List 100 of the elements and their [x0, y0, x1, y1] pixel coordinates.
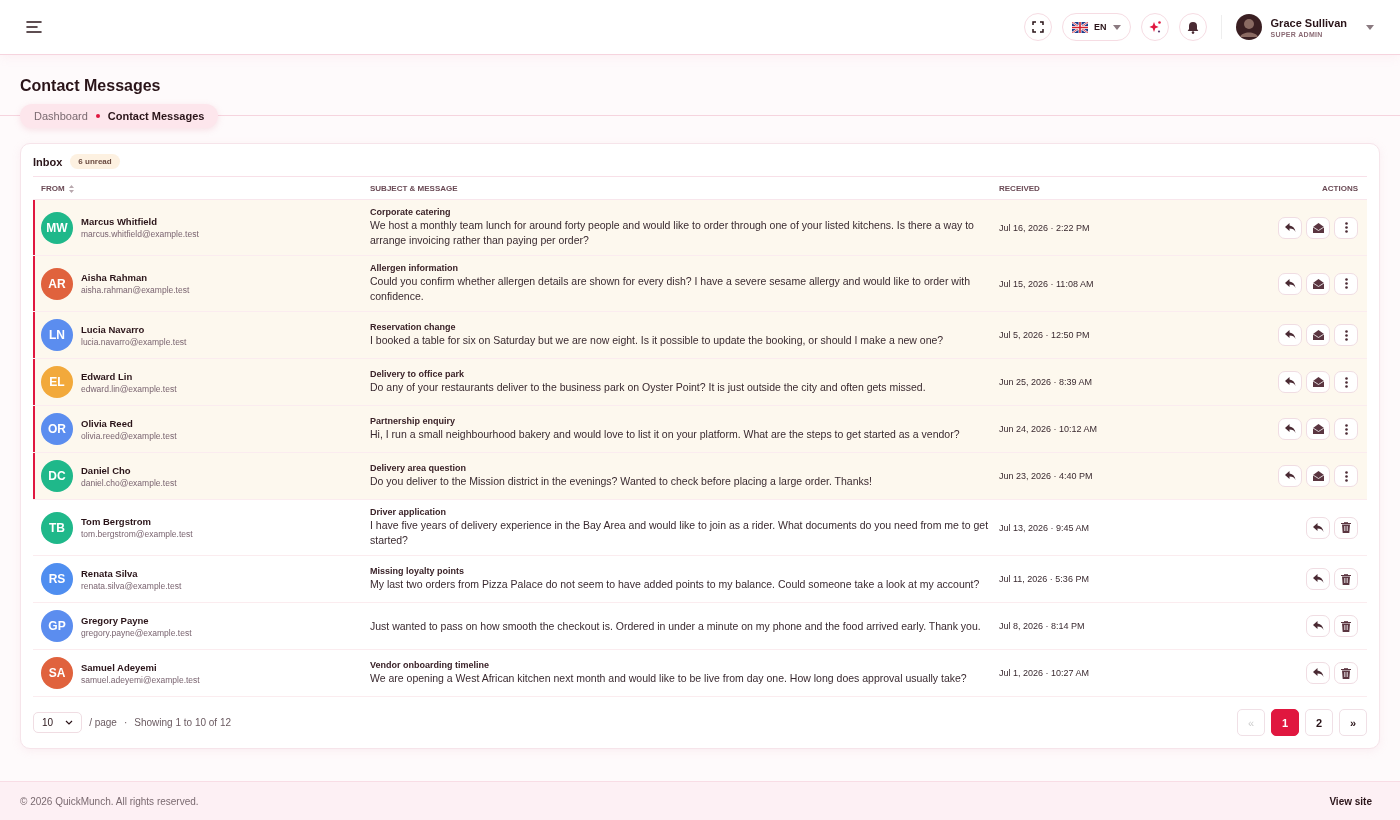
reply-icon [1312, 522, 1324, 533]
notifications-button[interactable] [1178, 13, 1207, 41]
open-envelope-icon [1312, 471, 1324, 481]
trash-icon [1341, 573, 1351, 585]
open-envelope-icon [1312, 377, 1324, 387]
open-envelope-icon [1312, 330, 1324, 340]
breadcrumb-item[interactable]: Dashboard [34, 110, 88, 122]
reply-button[interactable] [1278, 216, 1302, 239]
more-button[interactable] [1334, 418, 1358, 440]
sender-email: lucia.navarro@example.test [81, 336, 187, 347]
user-name: Grace Sullivan [1270, 16, 1347, 29]
view-site-link[interactable]: View site [1329, 795, 1372, 807]
delete-button[interactable] [1334, 615, 1358, 637]
reply-button[interactable] [1278, 465, 1302, 487]
received-date: Jul 15, 2026 · 11:08 AM [998, 277, 1095, 291]
ai-button[interactable] [1140, 13, 1169, 41]
reply-button[interactable] [1306, 615, 1330, 637]
avatar-initials: DC [41, 460, 73, 492]
message-text: Hi, I run a small neighbourhood bakery and would love to list it on your platform. What are the steps to get started as a vendor? [370, 427, 960, 442]
avatar-initials: EL [41, 366, 73, 398]
message-text: I have five years of delivery experience in the Bay Area and would like to join as a rider. What documents do you need from me to get started? [370, 518, 990, 548]
sender-name: Edward Lin [81, 370, 134, 382]
reply-icon [1284, 278, 1296, 289]
mark-read-button[interactable] [1306, 418, 1330, 440]
page-button[interactable]: » [1339, 709, 1367, 736]
mark-read-button[interactable] [1306, 216, 1330, 239]
per-page-select[interactable]: 10 [33, 712, 83, 733]
message-row[interactable] [33, 406, 1367, 453]
more-button[interactable] [1334, 371, 1358, 393]
mark-read-button[interactable] [1306, 324, 1330, 346]
reply-button[interactable] [1278, 324, 1302, 346]
delete-button[interactable] [1334, 662, 1358, 684]
message-row[interactable] [33, 256, 1367, 312]
sender-name: Tom Bergstrom [81, 516, 153, 527]
reply-icon [1312, 621, 1324, 631]
sender-name: Marcus Whitfield [81, 216, 158, 227]
avatar-initials: TB [41, 511, 73, 544]
trash-icon [1341, 620, 1351, 632]
avatar-icon[interactable] [1235, 14, 1262, 40]
reply-button[interactable] [1306, 662, 1330, 684]
sender-email: marcus.whitfield@example.test [81, 229, 199, 239]
mark-read-button[interactable] [1306, 272, 1330, 295]
message-subject: Vendor onboarding timeline [370, 660, 489, 670]
fullscreen-button[interactable] [1024, 13, 1053, 41]
message-row[interactable] [33, 359, 1367, 406]
column-header: SUBJECT & MESSAGE [370, 184, 458, 193]
page-button[interactable]: 2 [1305, 709, 1333, 736]
reply-icon [1284, 330, 1296, 340]
sender-name: Olivia Reed [81, 417, 134, 429]
per-page-label: / page [89, 717, 117, 728]
sender-email: olivia.reed@example.test [81, 430, 177, 441]
message-subject: Missing loyalty points [370, 566, 464, 576]
copyright-text: © 2026 QuickMunch. All rights reserved. [20, 795, 199, 807]
sender-email: aisha.rahman@example.test [81, 285, 190, 295]
delete-button[interactable] [1334, 568, 1358, 590]
reply-button[interactable] [1278, 418, 1302, 440]
message-text: I booked a table for six on Saturday but we are now eight. Is it possible to update the booking, or should I make a new one? [370, 333, 944, 348]
avatar-initials: AR [41, 267, 73, 300]
received-date: Jul 13, 2026 · 9:45 AM [998, 521, 1091, 535]
sender-email: gregory.payne@example.test [81, 627, 192, 638]
page-button[interactable]: 1 [1271, 709, 1299, 736]
delete-button[interactable] [1334, 516, 1358, 539]
avatar-initials: OR [41, 413, 73, 445]
menu-icon[interactable] [26, 21, 42, 33]
message-row[interactable] [33, 200, 1367, 256]
reply-icon [1312, 668, 1324, 678]
reply-button[interactable] [1306, 568, 1330, 590]
column-header[interactable]: FROM [41, 184, 65, 193]
separator-dot: · [123, 717, 128, 728]
sender-email: edward.lin@example.test [81, 383, 177, 394]
reply-button[interactable] [1306, 516, 1330, 539]
chevron-down-icon [65, 720, 74, 725]
message-subject: Reservation change [370, 322, 456, 332]
inbox-title: Inbox [33, 155, 63, 168]
message-row[interactable] [33, 312, 1367, 359]
received-date: Jul 11, 2026 · 5:36 PM [998, 573, 1090, 586]
column-header: RECEIVED [999, 184, 1040, 193]
mark-read-button[interactable] [1306, 465, 1330, 487]
sender-name: Aisha Rahman [81, 272, 148, 283]
bell-icon [1186, 20, 1199, 34]
reply-button[interactable] [1278, 272, 1302, 295]
avatar-initials: SA [41, 657, 73, 689]
sender-name: Gregory Payne [81, 614, 150, 626]
message-subject: Driver application [370, 507, 447, 517]
language-button[interactable]: EN [1062, 13, 1131, 41]
more-button[interactable] [1334, 272, 1358, 295]
sender-name: Daniel Cho [81, 464, 132, 476]
more-button[interactable] [1334, 324, 1358, 346]
trash-icon [1341, 667, 1351, 679]
message-row[interactable]: DC Daniel Cho daniel.cho@example.test Delivery area question Do you deliver to the Mission district in the evenings? Wanted to check before placing a large order. Thanks! Jun 23, 2026 · 4:40 PM [33, 453, 1367, 500]
message-text: My last two orders from Pizza Palace do not seem to have added points to my balance. Could someone take a look at my account? [370, 577, 980, 592]
received-date: Jun 25, 2026 · 8:39 AM [998, 376, 1094, 389]
more-icon [1344, 329, 1348, 341]
more-button[interactable] [1334, 465, 1358, 487]
message-row[interactable]: GP Gregory Payne gregory.payne@example.test Just wanted to pass on how smooth the checkout is. Ordered in under a minute on my phone and the food arrived early. Thank you. Jul 8, 2026 · 8:14 PM [33, 603, 1367, 650]
message-subject: Delivery to office park [370, 369, 465, 379]
more-button[interactable] [1334, 216, 1358, 239]
more-icon [1344, 470, 1348, 482]
mark-read-button[interactable] [1306, 371, 1330, 393]
reply-button[interactable] [1278, 371, 1302, 393]
